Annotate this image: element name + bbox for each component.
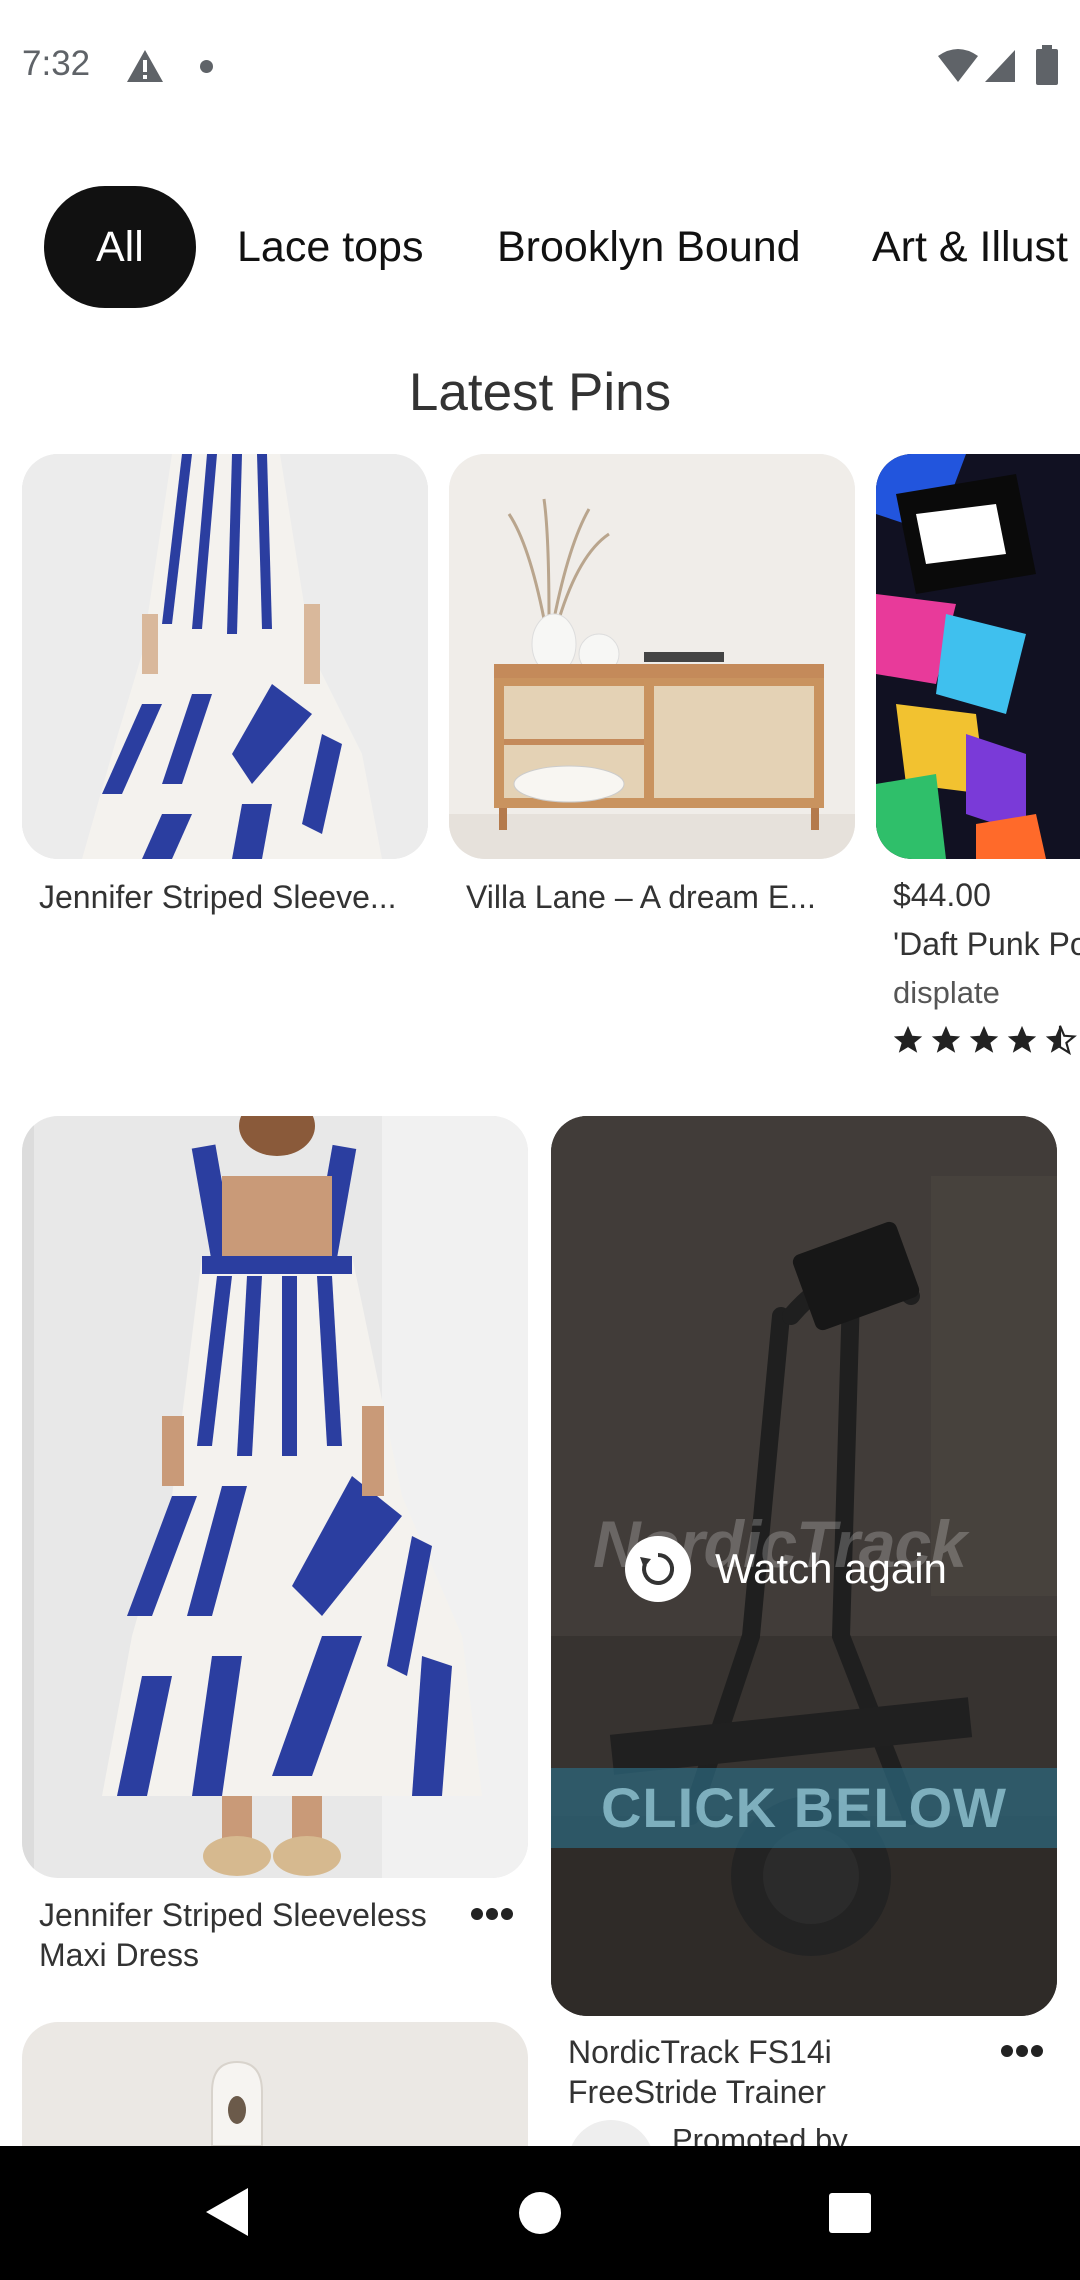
pin-title: Jennifer Striped Sleeveless Maxi Dress	[39, 1895, 427, 1975]
pin-title-line: Jennifer Striped Sleeveless	[39, 1897, 427, 1933]
signal-icon	[985, 50, 1015, 82]
star-icon	[931, 1025, 961, 1053]
pin-image-striped-dress[interactable]	[22, 1116, 528, 1878]
watch-again-label: Watch again	[715, 1545, 947, 1592]
system-nav-bar	[0, 2146, 1080, 2280]
star-icon	[969, 1025, 999, 1053]
pin-title: 'Daft Punk Po	[893, 926, 1080, 962]
latest-pin-card[interactable]: Jennifer Striped Sleeve...	[22, 454, 428, 916]
home-icon[interactable]	[519, 2192, 561, 2234]
pin-image-sideboard[interactable]	[449, 454, 855, 859]
star-icon	[893, 1025, 923, 1053]
feed-pin-card[interactable]	[22, 2022, 528, 2146]
feed-pin-card[interactable]: NordicTrack CLICK BELOW Watch again	[551, 1116, 1057, 2016]
star-icon	[1007, 1025, 1037, 1053]
tab-all[interactable]: All	[44, 186, 196, 308]
pin-image[interactable]	[22, 2022, 528, 2146]
pin-merchant: displate	[893, 975, 1000, 1010]
striped-dress-image	[22, 1116, 528, 1878]
sideboard-image	[449, 454, 855, 859]
status-time: 7:32	[22, 44, 91, 83]
back-icon[interactable]	[202, 2186, 250, 2238]
tab-brooklyn-bound[interactable]: Brooklyn Bound	[487, 186, 811, 308]
status-bar: 7:32	[0, 0, 1080, 136]
replay-icon	[625, 1536, 691, 1602]
pin-title-line: Maxi Dress	[39, 1937, 200, 1973]
latest-pins-carousel[interactable]: Jennifer Striped Sleeve... Villa Lane – …	[0, 454, 1080, 1074]
board-tabs: All Lace tops Brooklyn Bound Art & Illus…	[0, 186, 1080, 308]
wifi-icon	[938, 49, 978, 82]
tab-lace-tops[interactable]: Lace tops	[227, 186, 433, 308]
pin-title-line: NordicTrack FS14i	[568, 2034, 832, 2070]
pin-price: $44.00	[893, 877, 991, 913]
latest-pins-title: Latest Pins	[408, 363, 672, 422]
pin-title: NordicTrack FS14i FreeStride Trainer	[568, 2032, 832, 2112]
tab-art-illustration[interactable]: Art & Illust	[862, 186, 1078, 308]
latest-pin-card[interactable]: $44.00 'Daft Punk Po displate	[876, 454, 1080, 1057]
more-options-icon[interactable]	[470, 1907, 514, 1921]
half-star-icon	[1045, 1025, 1077, 1056]
battery-icon	[1036, 45, 1058, 85]
feed-pin-card[interactable]	[22, 1116, 528, 1878]
notification-dot-icon	[200, 60, 213, 73]
watch-again-button[interactable]: Watch again	[625, 1536, 947, 1602]
latest-pin-card[interactable]: Villa Lane – A dream E...	[449, 454, 855, 916]
pin-image-preview	[22, 2022, 528, 2146]
rating-stars	[876, 1023, 1080, 1057]
click-below-banner: CLICK BELOW	[551, 1768, 1057, 1848]
more-options-icon[interactable]	[1000, 2044, 1044, 2058]
daft-punk-image	[876, 454, 1080, 859]
pin-title-line: FreeStride Trainer	[568, 2074, 826, 2110]
pin-image-striped-dress[interactable]	[22, 454, 428, 859]
video-ad[interactable]: NordicTrack CLICK BELOW Watch again	[551, 1116, 1057, 2016]
pin-title: Jennifer Striped Sleeve...	[39, 879, 397, 915]
striped-dress-image	[22, 454, 428, 859]
warning-icon	[127, 50, 163, 82]
recent-apps-icon[interactable]	[829, 2193, 871, 2233]
pin-title: Villa Lane – A dream E...	[466, 879, 816, 915]
pin-image-daft-punk[interactable]	[876, 454, 1080, 859]
